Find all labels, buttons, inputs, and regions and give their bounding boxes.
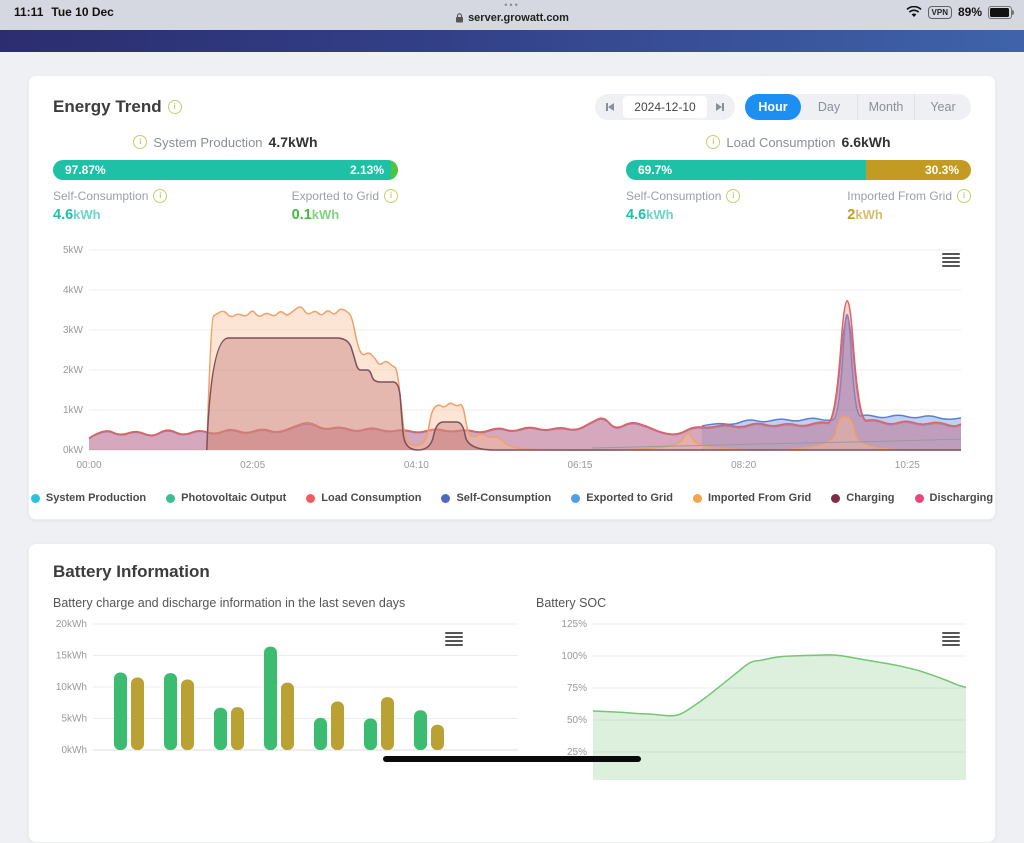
exported-to-grid-stat: Exported to Gridi 0.1kWh xyxy=(292,189,398,223)
vpn-badge: VPN xyxy=(928,6,952,19)
legend-dot xyxy=(306,494,315,503)
battery-icon xyxy=(988,6,1012,19)
lock-icon xyxy=(455,13,464,23)
svg-text:00:00: 00:00 xyxy=(76,460,101,471)
date-next-button[interactable] xyxy=(707,94,733,120)
svg-text:02:05: 02:05 xyxy=(240,460,265,471)
imported-from-grid-stat: Imported From Gridi 2kWh xyxy=(847,189,971,223)
energy-trend-title-text: Energy Trend xyxy=(53,97,162,117)
chevron-left-icon xyxy=(608,103,614,111)
legend-dot xyxy=(441,494,450,503)
wifi-icon xyxy=(906,6,922,18)
legend-dot xyxy=(166,494,175,503)
info-icon[interactable]: i xyxy=(168,100,182,114)
system-production-value: 4.7 xyxy=(269,134,288,150)
svg-text:4kW: 4kW xyxy=(63,285,84,296)
svg-text:10kWh: 10kWh xyxy=(56,682,87,693)
info-icon[interactable]: i xyxy=(384,189,398,203)
legend-charging[interactable]: Charging xyxy=(831,492,894,504)
date-value[interactable]: 2024-12-10 xyxy=(623,96,707,118)
legend-dot xyxy=(571,494,580,503)
svg-text:5kWh: 5kWh xyxy=(61,714,87,725)
tab-hour[interactable]: Hour xyxy=(745,94,801,120)
chart-menu-icon[interactable] xyxy=(942,632,960,646)
svg-text:06:15: 06:15 xyxy=(567,460,592,471)
system-production-label: System Production xyxy=(153,135,262,150)
svg-text:125%: 125% xyxy=(561,619,587,630)
bar-main-pct: 97.87% xyxy=(65,163,106,177)
battery-information-card: Battery Information Battery charge and d… xyxy=(28,543,996,843)
svg-text:50%: 50% xyxy=(567,715,587,726)
load-consumption-panel: i Load Consumption 6.6kWh 69.7% 30.3% Se… xyxy=(626,134,971,223)
bar-secondary-pct: 2.13% xyxy=(350,163,384,177)
energy-trend-chart: 0kW 1kW 2kW 3kW 4kW 5kW 00:00 02:05 04:10 06:15 08… xyxy=(53,236,973,493)
svg-text:08:20: 08:20 xyxy=(731,460,756,471)
battery-soc-subtitle: Battery SOC xyxy=(536,596,971,610)
consumption-split-bar: 69.7% 30.3% xyxy=(626,160,971,180)
svg-text:75%: 75% xyxy=(567,683,587,694)
legend-dot xyxy=(831,494,840,503)
tab-overview-button[interactable]: ••• xyxy=(0,0,1024,10)
svg-text:2kW: 2kW xyxy=(63,365,84,376)
tab-month[interactable]: Month xyxy=(858,94,915,120)
date-prev-button[interactable] xyxy=(597,94,623,120)
energy-trend-card: Energy Trend i 2024-12-10 Hour Day Month… xyxy=(28,75,996,520)
legend-dot xyxy=(693,494,702,503)
svg-text:20kWh: 20kWh xyxy=(56,619,87,630)
info-icon[interactable]: i xyxy=(726,189,740,203)
legend-exported-to-grid[interactable]: Exported to Grid xyxy=(571,492,673,504)
svg-text:0kWh: 0kWh xyxy=(61,745,87,756)
legend-load-consumption[interactable]: Load Consumption xyxy=(306,492,421,504)
home-indicator[interactable] xyxy=(383,756,641,762)
info-icon[interactable]: i xyxy=(706,135,720,149)
battery-percent: 89% xyxy=(958,5,982,19)
legend-system-production[interactable]: System Production xyxy=(31,492,146,504)
address-url: server.growatt.com xyxy=(468,12,569,24)
bar-main-pct: 69.7% xyxy=(638,163,672,177)
energy-trend-title: Energy Trend i xyxy=(53,97,182,117)
svg-text:3kW: 3kW xyxy=(63,325,84,336)
svg-text:100%: 100% xyxy=(561,651,587,662)
info-icon[interactable]: i xyxy=(133,135,147,149)
svg-text:5kW: 5kW xyxy=(63,245,84,256)
system-production-panel: i System Production 4.7kWh 97.87% 2.13% … xyxy=(53,134,398,223)
legend-dot xyxy=(31,494,40,503)
svg-text:1kW: 1kW xyxy=(63,405,84,416)
exported-segment xyxy=(391,160,398,180)
svg-text:10:25: 10:25 xyxy=(895,460,920,471)
chart-menu-icon[interactable] xyxy=(942,253,960,267)
legend-dot xyxy=(915,494,924,503)
svg-text:04:10: 04:10 xyxy=(404,460,429,471)
date-picker: 2024-12-10 xyxy=(595,94,735,120)
self-consumption-stat: Self-Consumptioni 4.6kWh xyxy=(626,189,740,223)
legend-self-consumption[interactable]: Self-Consumption xyxy=(441,492,551,504)
load-consumption-label: Load Consumption xyxy=(726,135,835,150)
tab-year[interactable]: Year xyxy=(915,94,971,120)
address-bar[interactable]: server.growatt.com xyxy=(455,12,569,24)
self-consumption-stat: Self-Consumptioni 4.6kWh xyxy=(53,189,167,223)
battery-bars-subtitle: Battery charge and discharge information… xyxy=(53,596,523,610)
status-bar: 11:11 Tue 10 Dec ••• server.growatt.com … xyxy=(0,0,1024,30)
legend-imported-from-grid[interactable]: Imported From Grid xyxy=(693,492,811,504)
tab-day[interactable]: Day xyxy=(801,94,858,120)
info-icon[interactable]: i xyxy=(957,189,971,203)
range-tabs: Hour Day Month Year xyxy=(745,94,971,120)
legend-photovoltaic-output[interactable]: Photovoltaic Output xyxy=(166,492,286,504)
svg-text:15kWh: 15kWh xyxy=(56,651,87,662)
battery-information-title: Battery Information xyxy=(53,562,210,582)
bar-secondary-pct: 30.3% xyxy=(925,163,959,177)
site-navbar xyxy=(0,30,1024,52)
load-consumption-value: 6.6 xyxy=(842,134,861,150)
legend-discharging[interactable]: Discharging xyxy=(915,492,994,504)
svg-text:0kW: 0kW xyxy=(63,445,84,456)
production-split-bar: 97.87% 2.13% xyxy=(53,160,398,180)
chart-menu-icon[interactable] xyxy=(445,632,463,646)
energy-chart-legend: System Production Photovoltaic Output Lo… xyxy=(29,492,995,504)
info-icon[interactable]: i xyxy=(153,189,167,203)
